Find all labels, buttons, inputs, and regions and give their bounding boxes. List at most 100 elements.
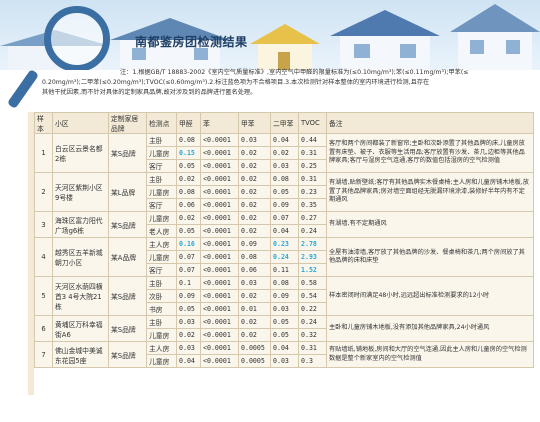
measurement-cell: 0.15 — [176, 146, 201, 160]
measurement-cell: 0.02 — [238, 224, 271, 238]
measurement-cell: 0.02 — [176, 211, 201, 225]
test-point-cell: 儿童房 — [146, 211, 177, 225]
measurement-cell: 2.78 — [298, 237, 327, 251]
test-point-cell: 次卧 — [146, 289, 177, 303]
measurement-cell: <0.0001 — [200, 224, 239, 238]
measurement-cell: <0.0001 — [200, 211, 239, 225]
test-point-cell: 客厅 — [146, 263, 177, 277]
measurement-cell: 0.24 — [270, 250, 299, 264]
table-row: 2 天河区紫荆小区9号楼 某L品牌 主卧 0.02 <0.0001 0.02 0.08 0.31… — [34, 172, 534, 212]
test-point-cell: 书房 — [146, 302, 177, 316]
measurement-cell: 0.02 — [238, 315, 271, 329]
brand-cell: 某L品牌 — [108, 172, 147, 212]
measurement-cell: 0.05 — [176, 224, 201, 238]
house-illustration — [450, 4, 540, 70]
measurement-cell: 0.04 — [270, 341, 299, 355]
measurement-cell: 0.23 — [270, 237, 299, 251]
measurement-cell: 2.93 — [298, 250, 327, 264]
measurement-cell: <0.0001 — [200, 159, 239, 173]
measurement-cell: 0.06 — [176, 198, 201, 212]
measurement-cell: 0.09 — [238, 237, 271, 251]
measurement-cell: 0.23 — [298, 185, 327, 199]
test-point-cell: 儿童房 — [146, 354, 177, 368]
remark-cell: 样本密闭时间满足48小时,远远超出标准检测要求的12小时 — [326, 276, 534, 316]
measurement-cell: 0.08 — [176, 133, 201, 147]
measurement-cell: <0.0001 — [200, 315, 239, 329]
measurement-cell: 0.08 — [270, 276, 299, 290]
measurement-cell: <0.0001 — [200, 328, 239, 342]
measurement-cell: 0.02 — [176, 172, 201, 186]
table-row: 4 越秀区五羊新城朝刀小区 某A品牌 主人房 0.16 <0.0001 0.09 0.23 2.… — [34, 237, 534, 277]
measurement-cell: 0.09 — [270, 198, 299, 212]
measurement-cell: 0.07 — [176, 250, 201, 264]
brand-cell: 某S品牌 — [108, 341, 147, 368]
measurement-cell: 0.03 — [270, 302, 299, 316]
measurement-cell: 0.32 — [298, 328, 327, 342]
measurement-cell: <0.0001 — [200, 302, 239, 316]
measurement-cell: 0.27 — [298, 211, 327, 225]
measurement-cell: 0.05 — [270, 315, 299, 329]
test-point-cell: 儿童房 — [146, 328, 177, 342]
sample-number-cell: 6 — [34, 315, 53, 342]
community-cell: 天河区紫荆小区9号楼 — [52, 172, 109, 212]
header-cell: 检测点 — [146, 112, 177, 134]
measurement-cell: <0.0001 — [200, 237, 239, 251]
measurement-cell: 0.03 — [238, 133, 271, 147]
measurement-cell: 0.09 — [176, 289, 201, 303]
measurement-cell: 0.1 — [176, 276, 201, 290]
measurement-cell: 0.02 — [238, 198, 271, 212]
test-point-cell: 老人房 — [146, 224, 177, 238]
measurement-cell: 0.0005 — [238, 341, 271, 355]
measurement-cell: 0.24 — [298, 224, 327, 238]
remark-cell: 有贴墙纸,铺地板,房间和大厅的空气连通,因此主人房和儿童房的空气检测数据是整个新… — [326, 341, 534, 368]
measurement-cell: 0.16 — [176, 237, 201, 251]
measurement-cell: 0.25 — [298, 159, 327, 173]
measurement-cell: 0.03 — [270, 159, 299, 173]
measurement-cell: 0.02 — [176, 328, 201, 342]
table-row: 5 天河区水荫四横首3 4号大院21栋 某S品牌 主卧 0.1 <0.0001 0.03 0.… — [34, 276, 534, 316]
remark-cell: 有湖墙,贴新壁纸;客厅有其他品牌实木餐桌椅;主人房和儿童房铺木地板,放置了其他品… — [326, 172, 534, 212]
header-banner: 南都鉴房团检测结果 — [0, 0, 540, 70]
notes: 注：1.根据GB/T 18883-2002《室内空气质量标准》,室内空气中甲醛的… — [8, 68, 533, 98]
house-illustration — [330, 10, 440, 70]
measurement-cell: 0.08 — [238, 250, 271, 264]
measurement-cell: 0.07 — [176, 263, 201, 277]
remark-cell: 全屋有油漆墙,客厅放了其他品牌的沙发、餐桌椅和茶几;两个房间放了其他品牌的床和床… — [326, 237, 534, 277]
test-point-cell: 主卧 — [146, 133, 177, 147]
test-point-cell: 主卧 — [146, 276, 177, 290]
measurement-cell: 0.05 — [176, 159, 201, 173]
table-row: 6 黄埔区万科幸福街A6 某S品牌 主卧 0.03 <0.0001 0.02 0.05 0.24… — [34, 315, 534, 342]
page-title: 南都鉴房团检测结果 — [135, 35, 248, 49]
measurement-cell: 0.07 — [270, 211, 299, 225]
measurement-cell: 0.05 — [176, 302, 201, 316]
remark-cell: 客厅和两个房间都装了新窗帘;主卧和次卧添置了其他品牌的床,儿童房放置有床垫、被子… — [326, 133, 534, 173]
test-point-cell: 主卧 — [146, 172, 177, 186]
measurement-cell: 0.0005 — [238, 354, 271, 368]
test-point-cell: 儿童房 — [146, 250, 177, 264]
test-point-cell: 客厅 — [146, 198, 177, 212]
test-point-cell: 主卧 — [146, 315, 177, 329]
measurement-cell: <0.0001 — [200, 289, 239, 303]
measurement-cell: 0.04 — [270, 133, 299, 147]
measurement-cell: 0.02 — [238, 211, 271, 225]
measurement-cell: <0.0001 — [200, 263, 239, 277]
header-cell: 备注 — [326, 112, 534, 134]
measurement-cell: 0.58 — [298, 276, 327, 290]
measurement-cell: 0.24 — [298, 315, 327, 329]
header-cell: 甲醛 — [176, 112, 201, 134]
header-cell: 二甲苯 — [270, 112, 299, 134]
measurement-cell: <0.0001 — [200, 172, 239, 186]
measurement-cell: 0.11 — [270, 263, 299, 277]
test-point-cell: 主人房 — [146, 237, 177, 251]
measurement-cell: <0.0001 — [200, 198, 239, 212]
table-row: 7 佛山金城中美诚东花园5座 某S品牌 主人房 0.03 <0.0001 0.0005 0.0… — [34, 341, 534, 368]
note-line: 注：1.根据GB/T 18883-2002《室内空气质量标准》,室内空气中甲醛的… — [120, 69, 469, 76]
measurement-cell: 0.04 — [270, 224, 299, 238]
brand-cell: 某S品牌 — [108, 133, 147, 173]
measurement-cell: 0.44 — [298, 133, 327, 147]
measurement-cell: <0.0001 — [200, 146, 239, 160]
sample-number-cell: 4 — [34, 237, 53, 277]
note-line: 其他干扰因素,而不针对具体的定制家具品牌,故对涉及到的品牌进行匿名处理。 — [42, 89, 257, 96]
header-cell: 定制家居品牌 — [108, 112, 147, 134]
measurement-cell: 0.22 — [298, 302, 327, 316]
